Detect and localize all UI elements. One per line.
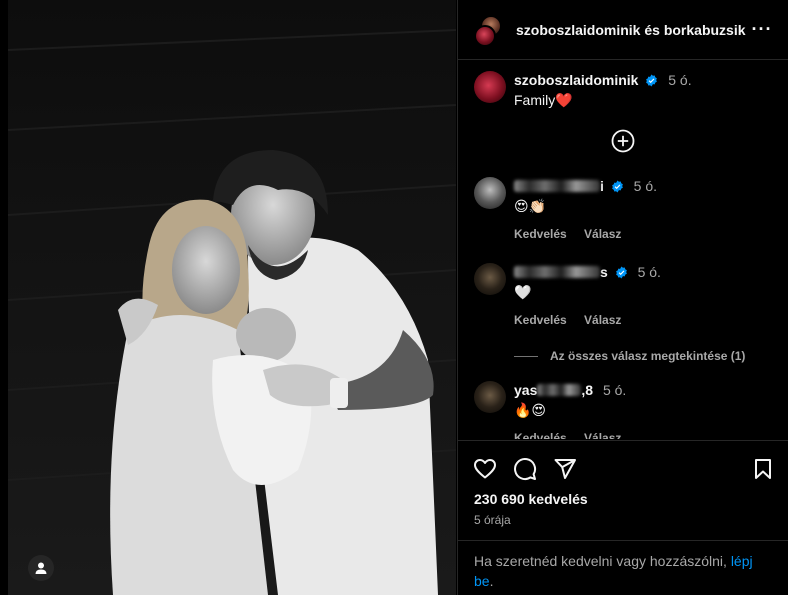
blurred-username (514, 266, 600, 278)
comments-section[interactable]: szoboszlaidominik 5 ó. Family❤️ i 5 ó. 😍… (458, 61, 788, 439)
comment-item: s 5 ó. 🤍 Kedvelés Válasz (458, 263, 788, 329)
likes-count[interactable]: 230 690 kedvelés (458, 485, 788, 507)
action-icons-row (458, 441, 788, 485)
divider-line (514, 355, 538, 357)
post-side-panel: szoboszlaidominik és borkabuzsik ··· szo… (457, 0, 788, 595)
view-replies-button[interactable]: Az összes válasz megtekintése (1) (458, 349, 788, 363)
comment-time: 5 ó. (633, 178, 658, 194)
verified-badge-icon (646, 74, 658, 87)
send-icon (554, 459, 576, 479)
reply-button[interactable]: Válasz (584, 431, 621, 439)
heart-icon (474, 459, 496, 479)
comment-text: 😍👏🏻 (514, 198, 547, 214)
login-prompt-text: Ha szeretnéd kedvelni vagy hozzászólni, (474, 553, 731, 569)
collab-avatars[interactable] (474, 13, 504, 47)
more-icon: ··· (751, 19, 773, 39)
avatar[interactable] (474, 263, 506, 295)
comment-item: i 5 ó. 😍👏🏻 Kedvelés Válasz (458, 177, 788, 243)
login-prompt-end: . (489, 573, 494, 589)
avatar[interactable] (474, 381, 506, 413)
blurred-username (537, 384, 582, 396)
share-button[interactable] (552, 456, 578, 482)
family-photo-image (8, 0, 456, 595)
comment-item: yas ,8 5 ó. 🔥😍 Kedvelés Válasz (458, 381, 788, 439)
reply-button[interactable]: Válasz (584, 227, 621, 241)
like-button[interactable] (472, 456, 498, 482)
comment-text: 🔥😍 (514, 402, 547, 418)
comment-button[interactable] (512, 456, 538, 482)
comment-username[interactable]: i (514, 178, 604, 194)
reply-button[interactable]: Válasz (584, 313, 621, 327)
verified-badge-icon (611, 180, 623, 193)
blurred-username (514, 180, 600, 192)
user-icon (35, 562, 47, 574)
comment-time: 5 ó. (602, 382, 627, 398)
comment-username[interactable]: s (514, 264, 608, 280)
avatar[interactable] (474, 177, 506, 209)
login-prompt: Ha szeretnéd kedvelni vagy hozzászólni, … (458, 540, 788, 591)
like-comment-button[interactable]: Kedvelés (514, 227, 567, 241)
post-authors[interactable]: szoboszlaidominik és borkabuzsik (516, 21, 750, 39)
like-comment-button[interactable]: Kedvelés (514, 313, 567, 327)
bookmark-icon (755, 459, 771, 479)
instagram-post-view: szoboszlaidominik és borkabuzsik ··· szo… (0, 0, 788, 595)
caption-time: 5 ó. (668, 72, 692, 88)
like-comment-button[interactable]: Kedvelés (514, 431, 567, 439)
save-button[interactable] (750, 456, 776, 482)
tagged-users-button[interactable] (28, 555, 54, 581)
post-caption: szoboszlaidominik 5 ó. Family❤️ (458, 61, 788, 109)
comment-icon (514, 458, 537, 480)
avatar (474, 24, 496, 47)
more-options-button[interactable]: ··· (750, 19, 774, 40)
view-replies-label: Az összes válasz megtekintése (1) (550, 349, 746, 363)
plus-circle-icon (611, 129, 635, 153)
comment-time: 5 ó. (637, 264, 661, 280)
caption-username[interactable]: szoboszlaidominik (514, 72, 638, 88)
comment-text: 🤍 (514, 284, 532, 300)
post-timestamp: 5 órája (474, 513, 511, 527)
post-photo[interactable] (8, 0, 456, 595)
caption-text: Family (514, 92, 556, 108)
post-actions-section: 230 690 kedvelés 5 órája Ha szeretnéd ke… (458, 440, 788, 595)
post-header: szoboszlaidominik és borkabuzsik ··· (458, 0, 788, 60)
load-more-comments-button[interactable] (458, 129, 788, 153)
avatar[interactable] (474, 71, 506, 103)
heart-emoji-icon: ❤️ (555, 92, 573, 108)
verified-badge-icon (615, 266, 627, 279)
comment-username[interactable]: yas ,8 (514, 382, 593, 398)
